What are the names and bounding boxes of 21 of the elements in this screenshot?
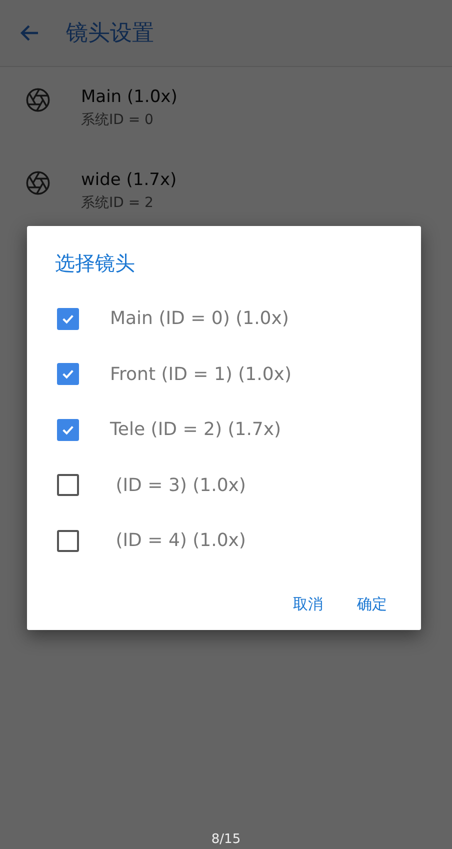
option-label: Tele (ID = 2) (1.7x) (110, 419, 282, 440)
lens-title: wide (1.7x) (81, 170, 177, 190)
aperture-icon (25, 170, 51, 196)
lens-title: Main (1.0x) (81, 87, 178, 107)
checkbox[interactable] (57, 474, 79, 496)
checkbox[interactable] (57, 530, 79, 552)
lens-id: 系统ID = 0 (81, 111, 154, 129)
checkbox[interactable] (57, 418, 79, 441)
page-counter: 8/15 (210, 832, 242, 847)
option-label: Main (ID = 0) (1.0x) (110, 308, 289, 330)
checkbox[interactable] (57, 308, 79, 330)
aperture-icon (25, 87, 51, 113)
option-label: (ID = 3) (1.0x) (114, 474, 246, 496)
checkbox[interactable] (57, 363, 79, 386)
dialog-title: 选择镜头 (55, 250, 136, 277)
confirm-button[interactable]: 确定 (357, 590, 387, 618)
cancel-button[interactable]: 取消 (293, 590, 323, 618)
option-label: Front (ID = 1) (1.0x) (110, 364, 292, 385)
page-title: 镜头设置 (66, 20, 154, 48)
option-label: (ID = 4) (1.0x) (114, 530, 246, 552)
lens-id: 系统ID = 2 (81, 194, 154, 212)
